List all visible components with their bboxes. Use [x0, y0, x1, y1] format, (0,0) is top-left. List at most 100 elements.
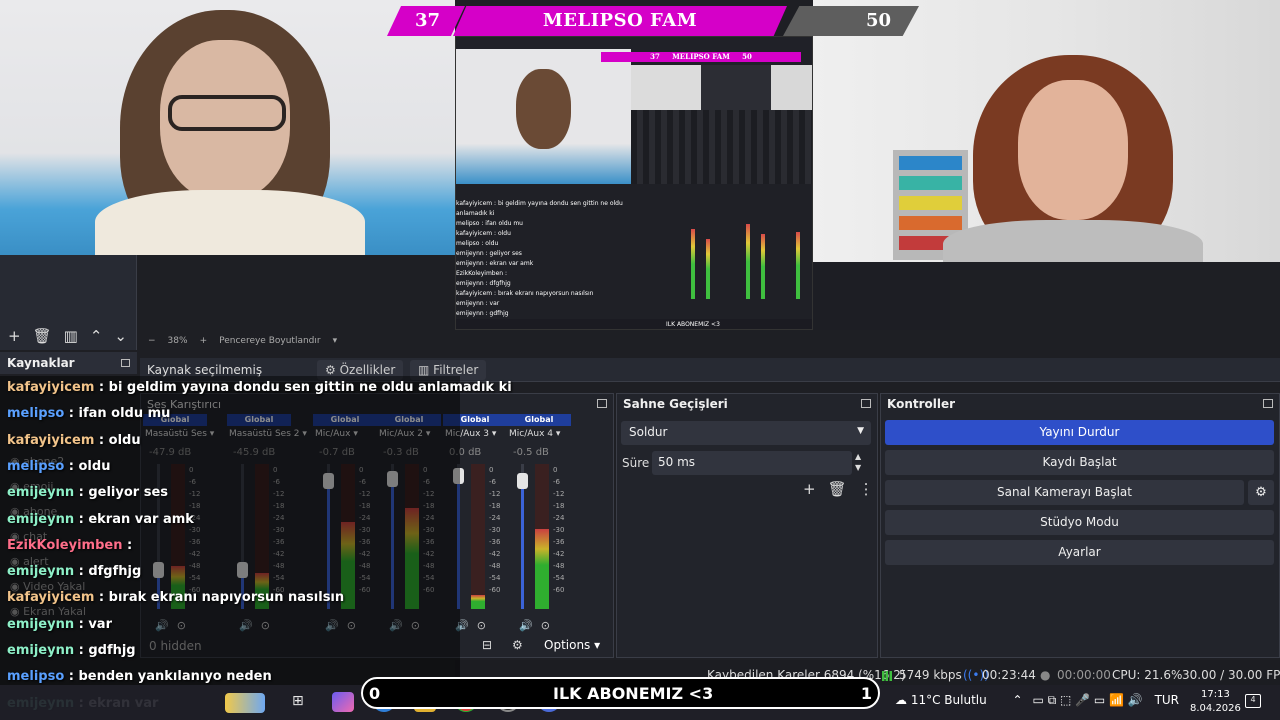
chevron-down-icon[interactable]: ⌄: [114, 327, 127, 345]
controls-panel: Kontroller Yayını Durdur Kaydı Başlat Sa…: [880, 393, 1280, 658]
nested-score-title: MELIPSO FAM: [672, 52, 730, 61]
zoom-bar: − 38% + Pencereye Boyutlandır ▾: [140, 333, 460, 349]
nested-chat-line: melipso : ifan oldu mu: [456, 220, 523, 227]
meter-tick: -24: [489, 514, 501, 522]
chat-text: : var: [74, 616, 112, 632]
options-button[interactable]: Options ▾: [544, 638, 600, 652]
meter-tick: -48: [489, 562, 501, 570]
undock-icon[interactable]: [1263, 399, 1273, 408]
chat-message: melipso : oldu: [7, 459, 110, 474]
chevron-down-icon: ▼: [857, 426, 864, 436]
duration-value: 50 ms: [658, 455, 696, 469]
meter-tick: -60: [553, 586, 565, 594]
layout-icon[interactable]: ⊟: [482, 638, 492, 652]
meter-tick: -54: [553, 574, 565, 582]
chat-username: emijeynn: [7, 564, 75, 580]
level-fill: [471, 594, 485, 609]
chat-text: : oldu: [94, 432, 141, 448]
nested-chat-line: melipso : oldu: [456, 240, 499, 247]
stop-stream-button[interactable]: Yayını Durdur: [885, 420, 1274, 445]
duration-stepper[interactable]: ▲ ▼: [855, 451, 861, 473]
chevron-down-icon[interactable]: ▾: [333, 336, 338, 346]
channel-icons: 🔊⊙: [455, 619, 494, 632]
chat-username: kafayiyicem: [7, 432, 95, 448]
transition-tools: + 🗑 ⋮: [803, 480, 874, 498]
add-scene-icon[interactable]: +: [8, 327, 21, 345]
clock[interactable]: 17:13 8.04.2026: [1190, 688, 1241, 716]
scoreboard: 37 MELIPSO FAM 50: [387, 6, 920, 36]
task-view-icon[interactable]: ⊞: [292, 693, 304, 709]
chat-username: melipso: [7, 406, 65, 422]
trash-icon[interactable]: 🗑: [828, 480, 847, 498]
meter-tick: -12: [553, 490, 565, 498]
sources-header: Kaynaklar: [0, 352, 137, 374]
weather[interactable]: 11°C Bulutlu: [911, 693, 987, 707]
transition-select[interactable]: Soldur ▼: [621, 421, 871, 445]
meter-tick: -30: [489, 526, 501, 534]
score-left: 37: [387, 6, 465, 36]
duration-input[interactable]: 50 ms: [652, 451, 852, 475]
bitrate: 5749 kbps: [899, 668, 962, 682]
tray-icons[interactable]: ▭ ⧉ ⬚ 🎤 ▭ 📶 🔊: [1032, 693, 1142, 707]
meter-tick: -48: [553, 562, 565, 570]
chat-username: emijeynn: [7, 485, 75, 501]
chat-text: : dfgfhjg: [74, 564, 142, 580]
copilot-icon[interactable]: [332, 692, 354, 712]
undock-icon[interactable]: [597, 399, 607, 408]
meter-tick: -24: [553, 514, 565, 522]
inner-obs: [631, 110, 812, 195]
sources-title: Kaynaklar: [7, 356, 75, 370]
advanced-audio-icon[interactable]: ⚙: [512, 638, 523, 652]
zoom-in-button[interactable]: +: [200, 336, 208, 346]
speaker-icon[interactable]: 🔊: [519, 619, 541, 632]
chat-message: kafayiyicem : oldu: [7, 433, 141, 448]
gear-icon: ⚙: [325, 363, 336, 377]
meter-tick: -18: [489, 502, 501, 510]
chat-message: melipso : ifan oldu mu: [7, 406, 170, 421]
glasses: [168, 95, 286, 131]
fader-handle[interactable]: [517, 473, 528, 490]
chat-message: kafayiyicem : bırak ekranı napıyorsun na…: [7, 590, 344, 605]
notification-icon[interactable]: 4: [1245, 694, 1261, 708]
language[interactable]: TUR: [1155, 693, 1179, 707]
meter-tick: -36: [553, 538, 565, 546]
undock-icon[interactable]: [121, 359, 130, 367]
record-time: 00:00:00: [1057, 668, 1111, 682]
monitor-icon[interactable]: ⊙: [477, 619, 494, 632]
chat-message: emijeynn : dfgfhjg: [7, 564, 141, 579]
monitor-icon[interactable]: ⊙: [541, 619, 558, 632]
live-time: 00:23:44: [982, 668, 1036, 682]
mixer-channel: Global Mic/Aux 4 ▾ -0.5 dB 0 -6 -12 -18 -24 -30 -…: [507, 414, 571, 650]
chevron-up-icon[interactable]: ⌃: [90, 327, 103, 345]
time: 17:13: [1201, 689, 1230, 700]
widgets-icon[interactable]: [225, 693, 265, 713]
undock-icon[interactable]: [861, 399, 871, 408]
start-virtual-camera-button[interactable]: Sanal Kamerayı Başlat: [885, 480, 1244, 505]
webcam-right: [813, 0, 1280, 262]
chat-text: : bi geldim yayına dondu sen gittin ne o…: [94, 380, 512, 395]
channel-name[interactable]: Mic/Aux 4 ▾: [509, 429, 560, 439]
chat-message: EzikKoleyimben :: [7, 538, 132, 553]
chat-username: EzikKoleyimben: [7, 537, 123, 553]
add-icon[interactable]: +: [803, 480, 816, 498]
settings-button[interactable]: Ayarlar: [885, 540, 1274, 565]
virtual-camera-settings-icon[interactable]: ⚙: [1248, 480, 1274, 505]
chat-message: melipso : benden yankılanıyo neden: [7, 669, 272, 684]
channel-db: -0.5 dB: [513, 447, 549, 458]
meter-tick: -36: [489, 538, 501, 546]
trash-icon[interactable]: 🗑: [33, 327, 52, 345]
more-icon[interactable]: ⋮: [859, 480, 874, 498]
zoom-value: 38%: [167, 336, 188, 346]
system-tray: ☁ 11°C Bulutlu ⌃ ▭ ⧉ ⬚ 🎤 ▭ 📶 🔊 TUR: [895, 693, 1179, 708]
zoom-out-button[interactable]: −: [148, 336, 156, 346]
level-meter: [471, 464, 485, 609]
drawer-teal: [899, 176, 962, 190]
start-recording-button[interactable]: Kaydı Başlat: [885, 450, 1274, 475]
signal-icon: [882, 668, 892, 682]
chevron-up-icon[interactable]: ⌃: [1013, 693, 1023, 707]
meter-tick: -60: [489, 586, 501, 594]
fit-window-label[interactable]: Pencereye Boyutlandır: [219, 336, 320, 346]
fader-fill: [521, 481, 524, 609]
studio-mode-button[interactable]: Stüdyo Modu: [885, 510, 1274, 535]
filter-icon[interactable]: ▥: [64, 327, 78, 345]
